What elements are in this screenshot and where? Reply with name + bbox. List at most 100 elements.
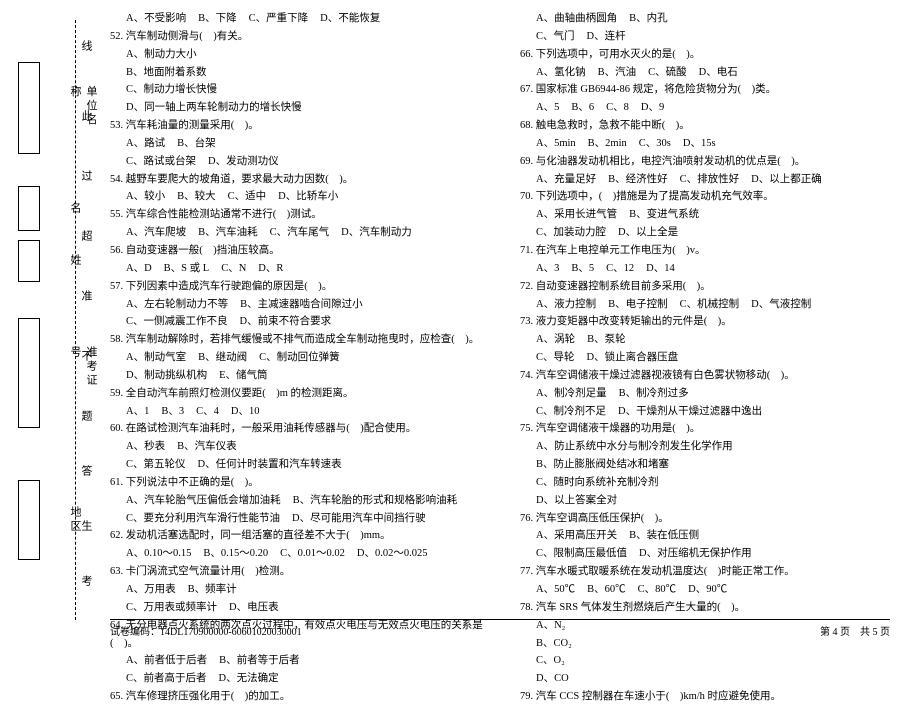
question-76: 76. 汽车空调高压低压保护( )。 [520,510,910,528]
option-row: A、充量足好B、经济性好C、排放性好D、以上都正确 [520,171,910,189]
option: B、汽车轮胎的形式和规格影响油耗 [293,492,458,510]
option: D、90℃ [688,581,727,599]
option: A、制冷剂足量 [536,385,607,403]
field-label-ticket: 准考证号 [67,346,99,400]
option: D、电压表 [229,599,279,617]
option: A、较小 [126,188,165,206]
option: A、1 [126,403,149,421]
option: C、8 [606,99,629,117]
option: C、前者高于后者 [126,670,207,688]
option: C、N [221,260,246,278]
option: A、路试 [126,135,165,153]
option: B、防止膨胀阀处结冰和堵塞 [536,456,669,474]
question-59: 59. 全自动汽车前照灯检测仪要距( )m 的检测距离。 [110,385,500,403]
question-56: 56. 自动变速器一般( )挡油压较高。 [110,242,500,260]
option: A、汽车轮胎气压偏低会增加油耗 [126,492,281,510]
option: C、加装动力腔 [536,224,606,242]
option: D、比轿车小 [278,188,338,206]
question-73: 73. 液力变矩器中改变转矩输出的元件是( )。 [520,313,910,331]
field-label-unit: 单位名称 [67,86,99,131]
option: B、汽车仪表 [177,438,237,456]
option: A、液力控制 [536,296,596,314]
option: D、不能恢复 [320,10,380,28]
question-53: 53. 汽车耗油量的测量采用( )。 [110,117,500,135]
option: A、不受影响 [126,10,186,28]
option: A、制动气室 [126,349,186,367]
option: C、导轮 [536,349,575,367]
exam-sidebar: 线 此 过 超 准 不 题 答 生 考 单位名称 名 姓 准考证号 地区 [0,0,100,650]
question-67: 67. 国家标准 GB6944-86 规定，将危险货物分为( )类。 [520,81,910,99]
option-row: A、左右轮制动力不等B、主减速器啮合间隙过小 [110,296,500,314]
option: C、80℃ [638,581,677,599]
option: C、机械控制 [680,296,740,314]
field-box-name1: 名 [18,186,40,231]
dotted-label-7: 答 [78,465,94,484]
dotted-label-4: 准 [78,290,94,309]
dotted-label-6: 题 [78,410,94,429]
option: D、以上答案全对 [536,492,617,510]
option: B、台架 [177,135,216,153]
option: D、连杆 [587,28,626,46]
option-row: D、CO [520,670,910,688]
question-57: 57. 下列因素中造成汽车行驶跑偏的原因是( )。 [110,278,500,296]
question-52: 52. 汽车制动侧滑与( )有关。 [110,28,500,46]
option-row: C、制动力增长快慢 [110,81,500,99]
option-row: C、加装动力腔D、以上全是 [520,224,910,242]
option: A、0.10～0.15 [126,545,191,563]
option: B、3 [161,403,184,421]
question-62: 62. 发动机活塞选配时，同一组活塞的直径差不大于( )mm。 [110,527,500,545]
option: D、15s [683,135,716,153]
question-60: 60. 在路试检测汽车油耗时，一般采用油耗传感器与( )配合使用。 [110,420,500,438]
option: B、60℃ [587,581,626,599]
option-row: D、同一轴上两车轮制动力的增长快慢 [110,99,500,117]
dotted-label-2: 过 [78,170,94,189]
option: D、同一轴上两车轮制动力的增长快慢 [126,99,302,117]
option: B、汽油 [598,64,637,82]
option-row: B、地面附着系数 [110,64,500,82]
option: D、CO [536,670,569,688]
option-row: A、DB、S 或 LC、ND、R [110,260,500,278]
option: B、6 [571,99,594,117]
option: C、O₂ [536,652,565,670]
option-row: A、5B、6C、8D、9 [520,99,910,117]
option: A、5min [536,135,576,153]
option-row: A、不受影响B、下降C、严重下降D、不能恢复 [110,10,500,28]
question-79: 79. 汽车 CCS 控制器在车速小于( )km/h 时应避免使用。 [520,688,910,706]
option-row: A、较小B、较大C、适中D、比轿车小 [110,188,500,206]
option: B、电子控制 [608,296,668,314]
field-box-name2: 姓 [18,240,40,282]
option: C、硫酸 [648,64,687,82]
question-55: 55. 汽车综合性能检测站通常不进行( )测试。 [110,206,500,224]
option-row: A、防止系统中水分与制冷剂发生化学作用 [520,438,910,456]
option: C、制动回位弹簧 [259,349,340,367]
option: C、4 [196,403,219,421]
option: D、干燥剂从干燥过滤器中逸出 [618,403,762,421]
dotted-label-3: 超 [78,230,94,249]
option-row: C、制冷剂不足 D、干燥剂从干燥过滤器中逸出 [520,403,910,421]
option: C、30s [639,135,671,153]
option: C、要充分利用汽车滑行性能节油 [126,510,280,528]
option-row: A、路试 B、台架 [110,135,500,153]
option: C、制冷剂不足 [536,403,606,421]
option: C、12 [606,260,634,278]
option-row: A、万用表B、频率计 [110,581,500,599]
exam-code: 试卷编码：14DL170900000-60601020030001 [110,623,302,638]
field-box-ticket: 准考证号 [18,318,40,428]
option-row: C、万用表或频率计D、电压表 [110,599,500,617]
dotted-label-0: 线 [78,40,94,59]
option-row: A、前者低于后者B、前者等于后者 [110,652,500,670]
option: C、0.01～0.02 [280,545,345,563]
page-footer: 试卷编码：14DL170900000-60601020030001 第 4 页 … [110,619,890,638]
option: C、适中 [228,188,267,206]
option: D、电石 [699,64,738,82]
option: B、前者等于后者 [219,652,300,670]
option: A、涡轮 [536,331,575,349]
option: C、汽车尾气 [270,224,330,242]
option: A、氢化钠 [536,64,586,82]
option: A、万用表 [126,581,176,599]
question-63: 63. 卡门涡流式空气流量计用( )检测。 [110,563,500,581]
option: B、装在低压侧 [629,527,699,545]
option-row: C、限制高压最低值D、对压缩机无保护作用 [520,545,910,563]
question-65: 65. 汽车修理挤压强化用于( )的加工。 [110,688,500,706]
exam-content: A、不受影响B、下降C、严重下降D、不能恢复52. 汽车制动侧滑与( )有关。A… [110,10,910,706]
